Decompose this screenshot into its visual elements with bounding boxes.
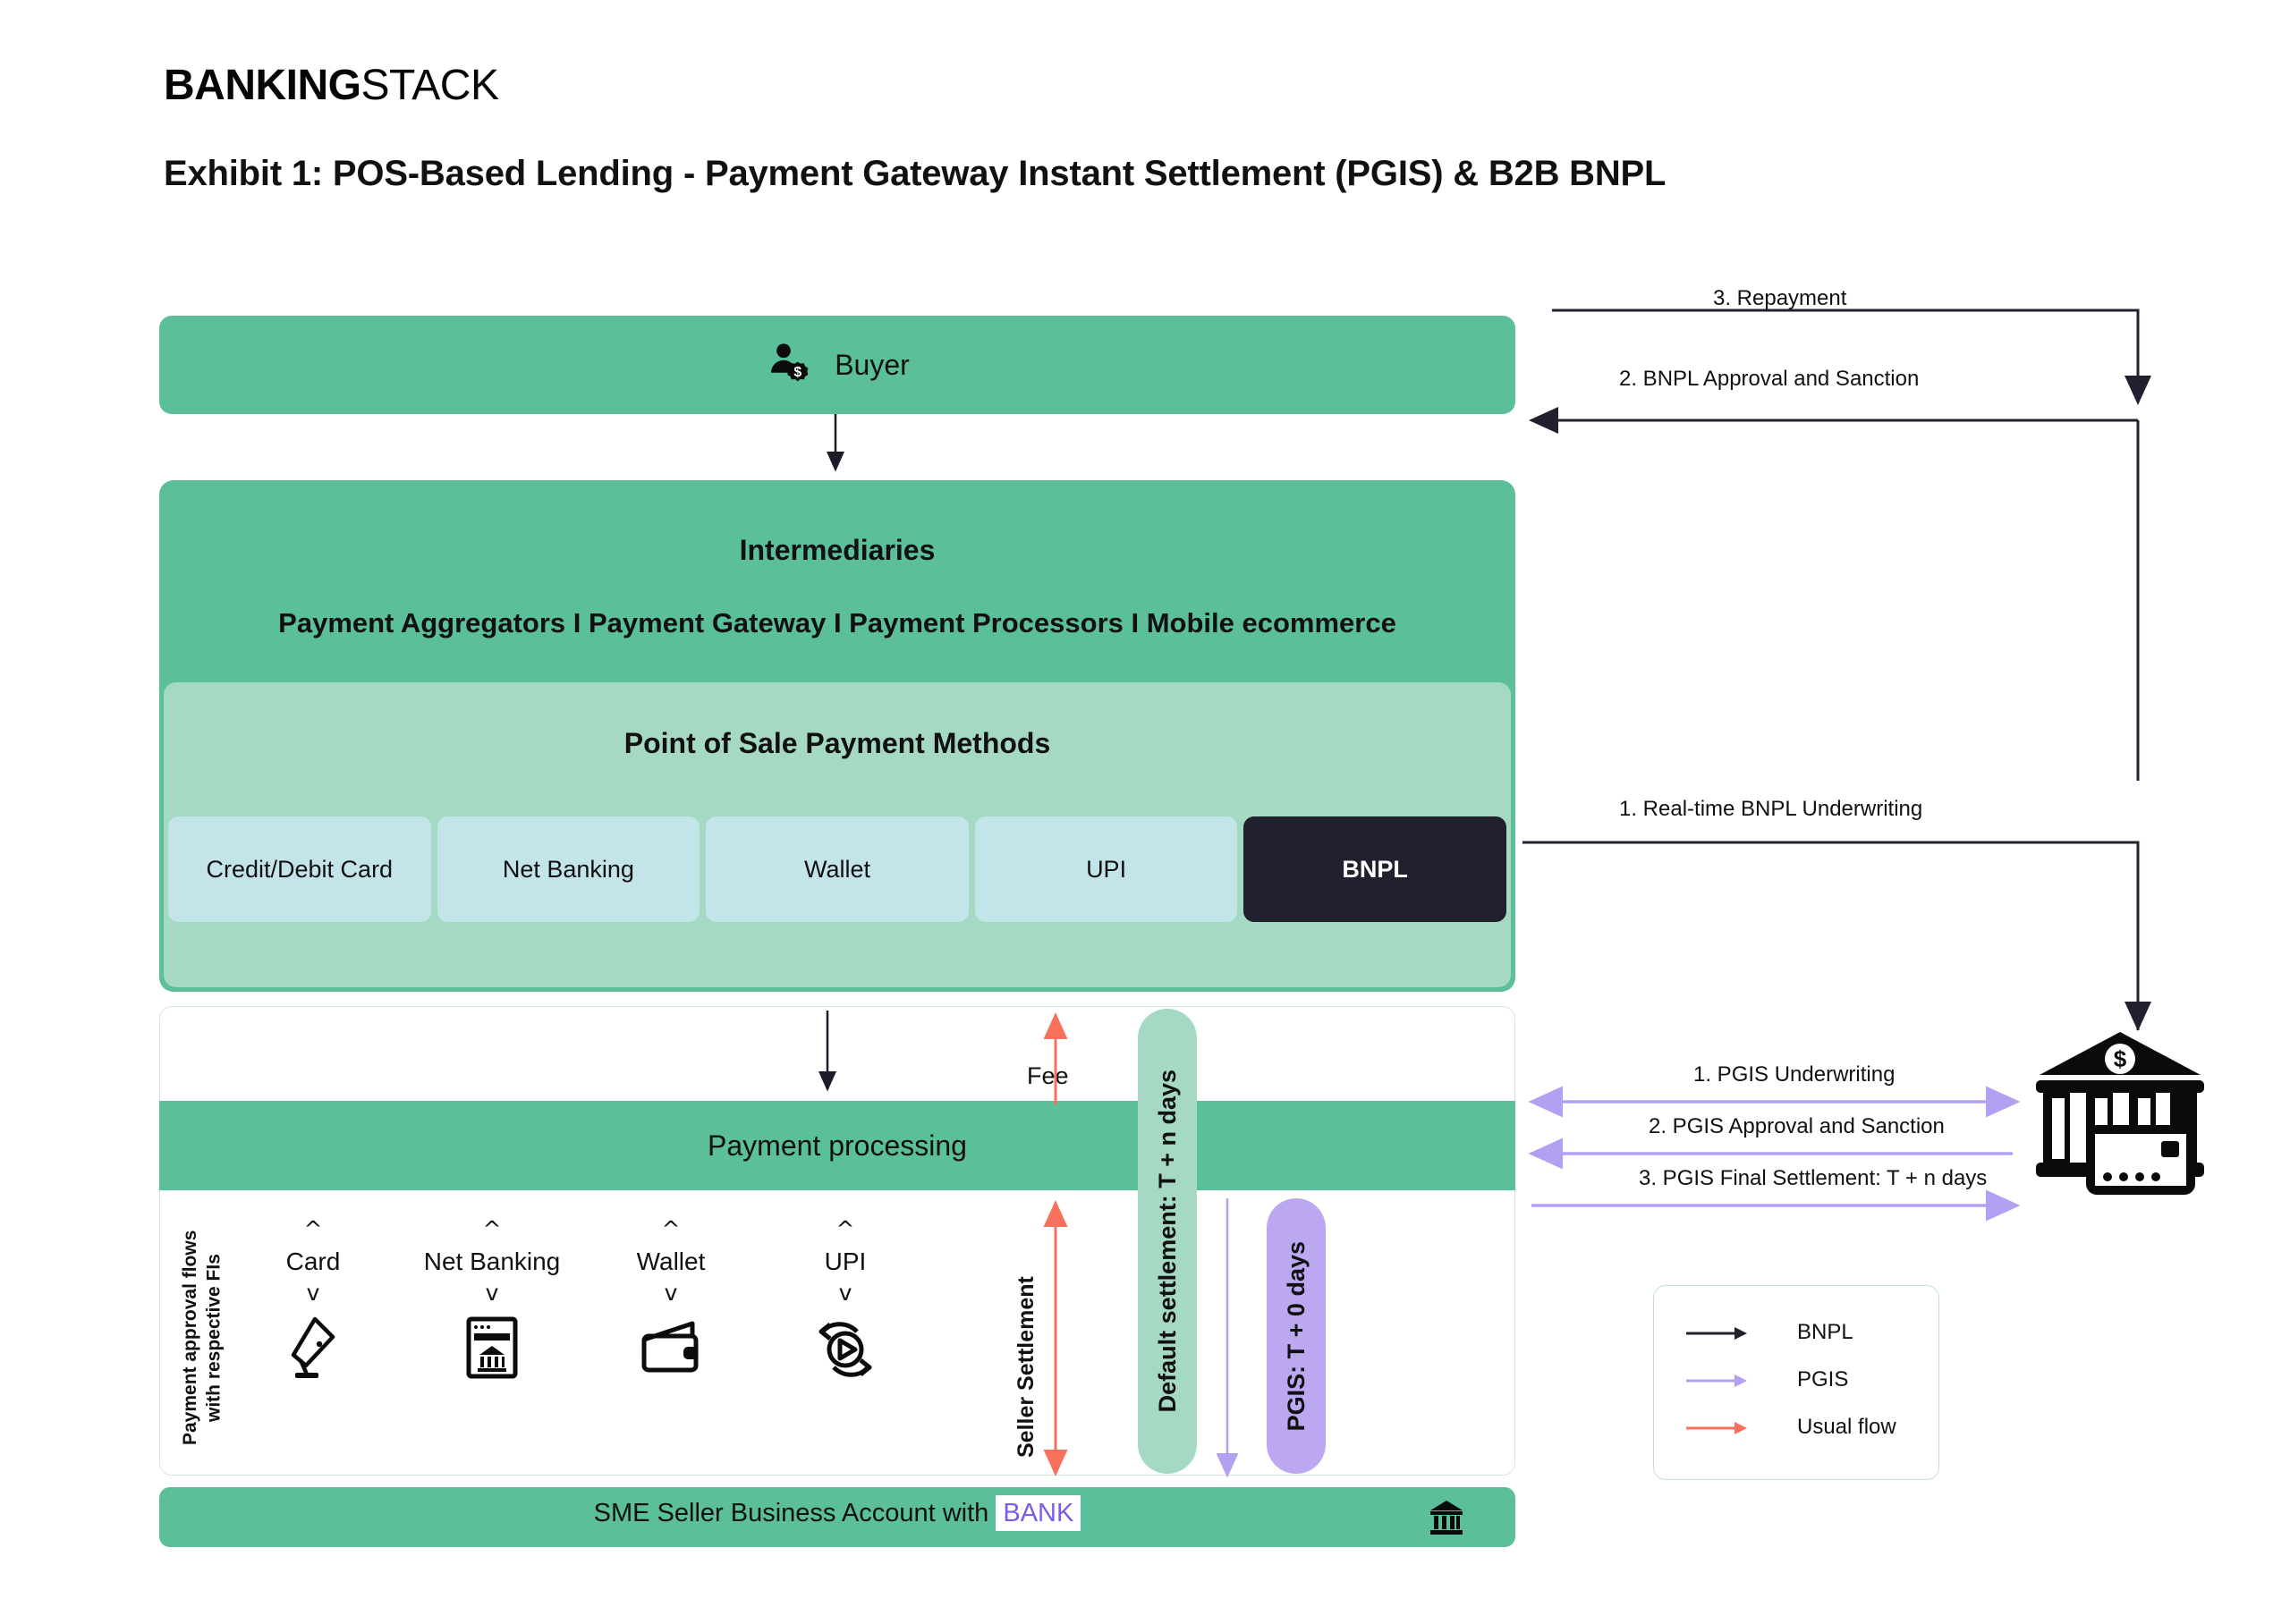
flow-label-bnpl-approval: 2. BNPL Approval and Sanction xyxy=(1619,367,1920,391)
pgis-settlement-bar: PGIS: T + 0 days xyxy=(1267,1198,1326,1474)
buyer-label: Buyer xyxy=(835,348,910,381)
pos-method-credit-debit-card[interactable]: Credit/Debit Card xyxy=(168,816,431,922)
bank-building-icon xyxy=(1427,1498,1466,1537)
buyer-node: $ Buyer xyxy=(159,316,1515,414)
upi-exchange-arrows-icon xyxy=(765,1316,926,1379)
diagram-canvas: BANKINGSTACK Exhibit 1: POS-Based Lendin… xyxy=(0,0,2290,1624)
pos-method-list: Credit/Debit Card Net Banking Wallet UPI… xyxy=(168,816,1506,922)
pos-title: Point of Sale Payment Methods xyxy=(623,727,1051,759)
brand-logo-light: STACK xyxy=(360,62,499,109)
chevron-up-icon: ^ xyxy=(303,1216,323,1242)
flow-label-pgis-final: 3. PGIS Final Settlement: T + n days xyxy=(1639,1166,1988,1190)
bank-with-card-icon: $ xyxy=(2031,1028,2209,1198)
flow-label-pgis-approval: 2. PGIS Approval and Sanction xyxy=(1649,1114,1945,1138)
wallet-icon xyxy=(590,1316,751,1379)
legend-label-usual-flow: Usual flow xyxy=(1797,1415,1896,1439)
processing-method-net-banking-label: Net Banking xyxy=(423,1248,561,1275)
page-title: Exhibit 1: POS-Based Lending - Payment G… xyxy=(164,154,1667,193)
credit-card-swipe-icon xyxy=(233,1316,394,1379)
legend-label-bnpl: BNPL xyxy=(1797,1320,1853,1344)
flow-label-pgis-underwriting: 1. PGIS Underwriting xyxy=(1693,1062,1896,1087)
legend-label-pgis: PGIS xyxy=(1797,1367,1849,1391)
intermediaries-subtitle: Payment Aggregators I Payment Gateway I … xyxy=(278,607,1396,639)
sme-prefix-label: SME Seller Business Account with xyxy=(593,1499,997,1527)
flow-label-bnpl-underwriting: 1. Real-time BNPL Underwriting xyxy=(1619,797,1923,821)
sme-seller-account-text: SME Seller Business Account with BANK xyxy=(0,1495,1675,1531)
svg-text:$: $ xyxy=(2114,1045,2127,1072)
chevron-up-icon: ^ xyxy=(482,1216,502,1242)
pos-method-net-banking[interactable]: Net Banking xyxy=(437,816,700,922)
pgis-settlement-label: PGIS: T + 0 days xyxy=(1282,1240,1310,1432)
legend-item-bnpl xyxy=(1686,1325,1749,1341)
legend-item-pgis xyxy=(1686,1373,1749,1389)
sme-bank-label: BANK xyxy=(996,1495,1081,1531)
seller-settlement-label: Seller Settlement xyxy=(1014,1276,1039,1458)
default-settlement-bar: Default settlement: T + n days xyxy=(1138,1009,1197,1474)
processing-method-wallet: ^ Wallet v xyxy=(590,1218,751,1379)
chevron-down-icon: v xyxy=(838,1280,852,1306)
processing-method-upi-label: UPI xyxy=(824,1248,867,1275)
buyer-person-dollar-icon: $ xyxy=(765,340,815,390)
pos-method-upi[interactable]: UPI xyxy=(974,816,1238,922)
brand-logo: BANKINGSTACK xyxy=(164,61,499,110)
intermediaries-title: Intermediaries xyxy=(739,534,936,566)
pos-payment-methods-box: Point of Sale Payment Methods Credit/Deb… xyxy=(164,682,1511,987)
flow-label-repayment: 3. Repayment xyxy=(1713,286,1847,310)
processing-method-card-label: Card xyxy=(285,1248,341,1275)
legend-item-usual-flow xyxy=(1686,1420,1749,1436)
wire-bnpl-approval-h xyxy=(1531,420,2140,781)
default-settlement-label: Default settlement: T + n days xyxy=(1153,1070,1181,1413)
processing-method-card: ^ Card v xyxy=(233,1218,394,1379)
chevron-up-icon: ^ xyxy=(835,1216,855,1242)
svg-text:$: $ xyxy=(794,365,802,380)
processing-method-net-banking: ^ Net Banking v xyxy=(411,1218,572,1379)
bank-browser-window-icon xyxy=(411,1316,572,1379)
chevron-down-icon: v xyxy=(485,1280,499,1306)
legend-arrow-bnpl-icon xyxy=(1686,1327,1747,1340)
legend-arrow-usual-flow-icon xyxy=(1686,1422,1747,1434)
brand-logo-bold: BANKING xyxy=(164,62,361,109)
fee-label: Fee xyxy=(1027,1062,1069,1089)
pos-method-wallet[interactable]: Wallet xyxy=(706,816,969,922)
chevron-down-icon: v xyxy=(306,1280,320,1306)
legend-panel: BNPL PGIS Usual flow xyxy=(1653,1285,1939,1480)
chevron-up-icon: ^ xyxy=(661,1216,681,1242)
legend-arrow-pgis-icon xyxy=(1686,1374,1747,1387)
approval-flows-label: Payment approval flows with respective FI… xyxy=(180,1230,225,1446)
processing-method-wallet-label: Wallet xyxy=(636,1248,706,1275)
pos-method-bnpl[interactable]: BNPL xyxy=(1243,816,1506,922)
chevron-down-icon: v xyxy=(664,1280,678,1306)
payment-processing-band: Payment processing xyxy=(159,1101,1515,1190)
payment-processing-label: Payment processing xyxy=(708,1129,967,1162)
wire-bnpl-underwriting-down xyxy=(1522,841,2151,1031)
intermediaries-node: Intermediaries Payment Aggregators I Pay… xyxy=(159,480,1515,992)
processing-method-upi: ^ UPI v xyxy=(765,1218,926,1379)
